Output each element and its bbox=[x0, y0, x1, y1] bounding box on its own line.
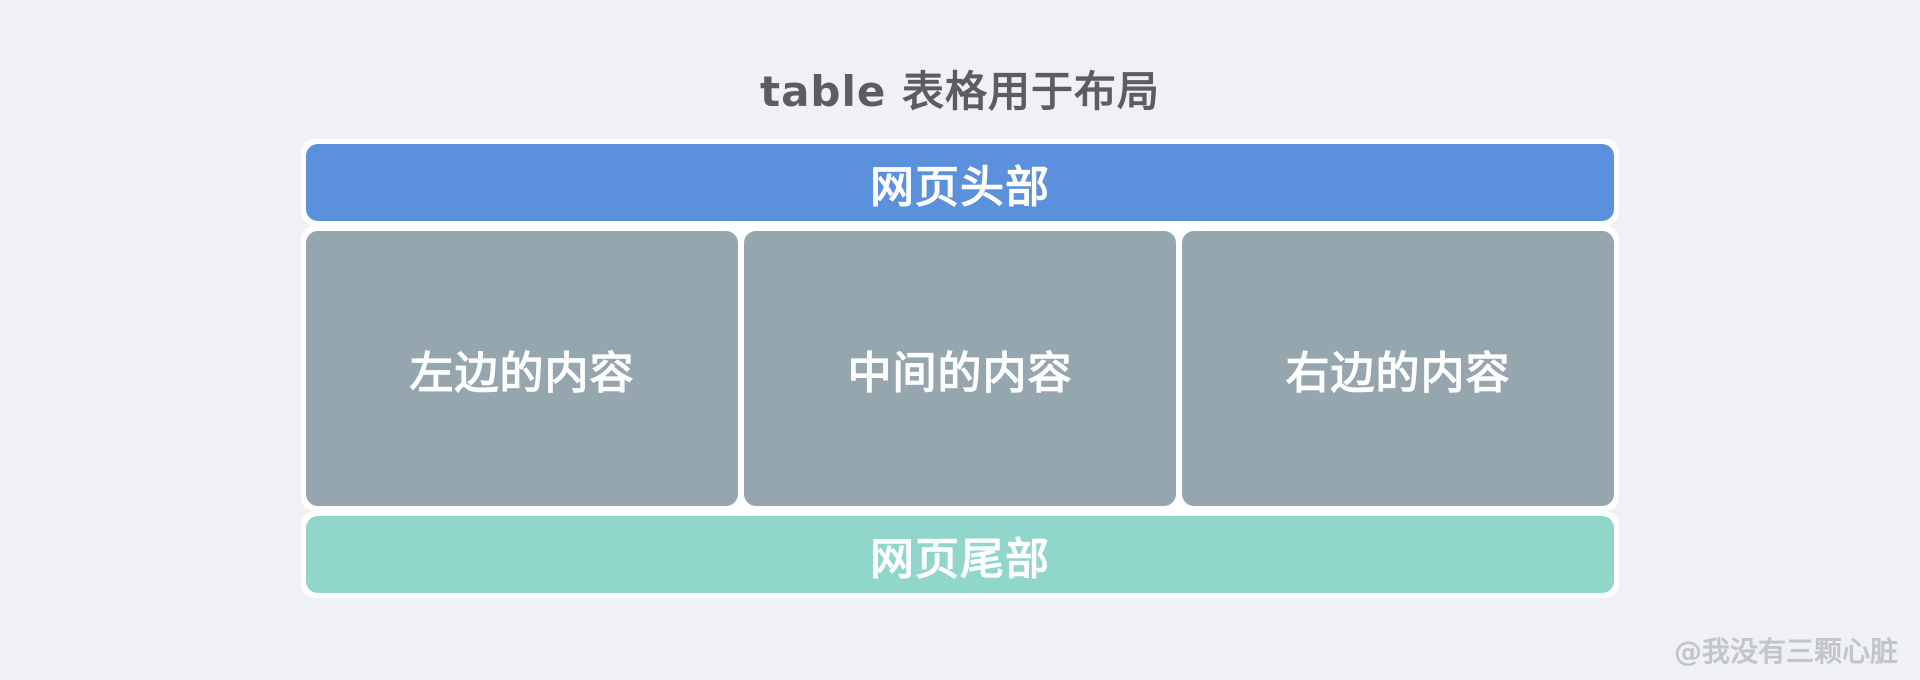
header-row: 网页头部 bbox=[301, 139, 1619, 226]
right-content-cell: 右边的内容 bbox=[1182, 231, 1614, 506]
diagram-title: table 表格用于布局 bbox=[760, 67, 1160, 116]
watermark: @我没有三颗心脏 bbox=[1673, 635, 1898, 668]
content-frame: 左边的内容 中间的内容 右边的内容 bbox=[301, 226, 1619, 511]
header-cell: 网页头部 bbox=[306, 144, 1614, 221]
header-frame: 网页头部 bbox=[301, 139, 1619, 226]
footer-cell: 网页尾部 bbox=[306, 516, 1614, 593]
middle-content-cell: 中间的内容 bbox=[744, 231, 1176, 506]
footer-row: 网页尾部 bbox=[301, 511, 1619, 598]
content-row: 左边的内容 中间的内容 右边的内容 bbox=[301, 226, 1619, 511]
left-content-cell: 左边的内容 bbox=[306, 231, 738, 506]
layout-table: 网页头部 左边的内容 中间的内容 右边的内容 网页尾部 bbox=[301, 139, 1619, 598]
footer-frame: 网页尾部 bbox=[301, 511, 1619, 598]
